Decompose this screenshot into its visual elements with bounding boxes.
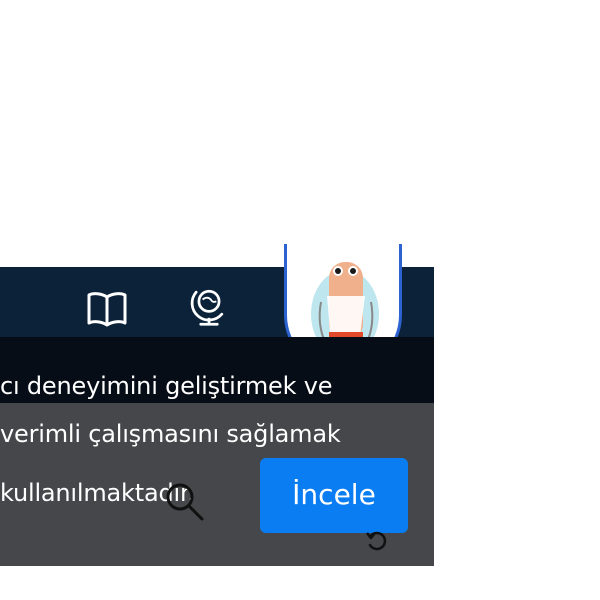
incele-button[interactable]: İncele — [260, 458, 408, 533]
search-icon[interactable] — [161, 478, 207, 524]
book-icon[interactable] — [85, 287, 129, 331]
banner-text-line-2: verimli çalışmasını sağlamak — [0, 420, 341, 448]
refresh-icon[interactable] — [364, 527, 390, 553]
banner-text-line-1: cı deneyimini geliştirmek ve — [0, 372, 333, 400]
globe-icon[interactable] — [187, 283, 231, 327]
